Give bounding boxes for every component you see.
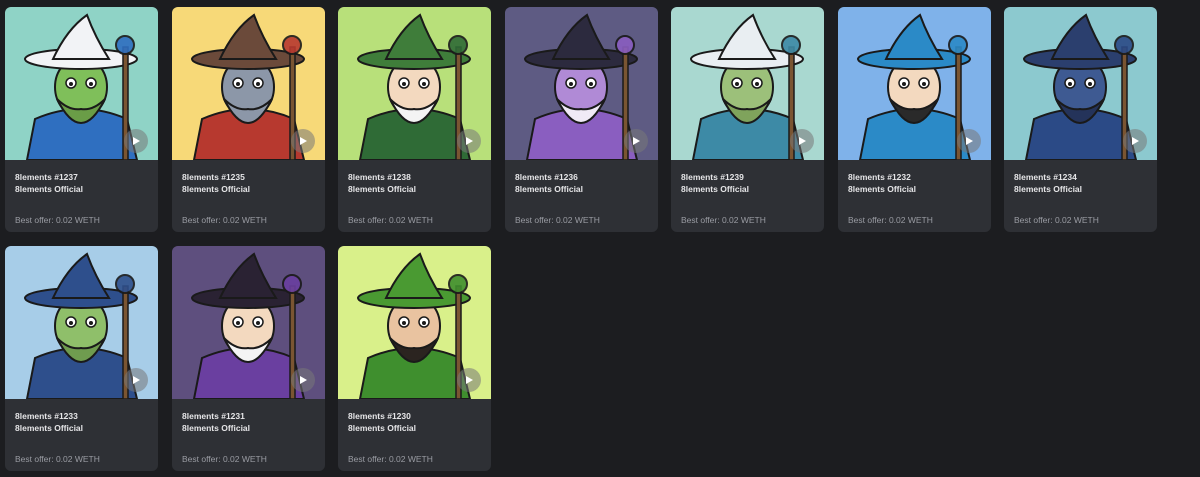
play-icon xyxy=(300,376,307,384)
nft-image[interactable] xyxy=(505,7,658,160)
nft-image[interactable] xyxy=(338,246,491,399)
best-offer: Best offer: 0.02 WETH xyxy=(15,454,100,464)
play-icon xyxy=(466,376,473,384)
play-button[interactable] xyxy=(790,129,814,153)
best-offer: Best offer: 0.02 WETH xyxy=(515,215,600,225)
play-icon xyxy=(799,137,806,145)
nft-image[interactable] xyxy=(5,246,158,399)
collection-name[interactable]: 8lements Official xyxy=(15,422,148,434)
nft-name[interactable]: 8lements #1235 xyxy=(182,171,315,183)
play-button[interactable] xyxy=(457,129,481,153)
play-icon xyxy=(1132,137,1139,145)
nft-card[interactable]: 8lements #1237 8lements Official Best offe… xyxy=(5,7,158,232)
play-icon xyxy=(133,376,140,384)
nft-image[interactable] xyxy=(5,7,158,160)
best-offer: Best offer: 0.02 WETH xyxy=(348,454,433,464)
play-button[interactable] xyxy=(457,368,481,392)
play-icon xyxy=(466,137,473,145)
play-button[interactable] xyxy=(624,129,648,153)
card-info: 8lements #1237 8lements Official Best offe… xyxy=(5,160,158,225)
best-offer: Best offer: 0.02 WETH xyxy=(681,215,766,225)
nft-name[interactable]: 8lements #1231 xyxy=(182,410,315,422)
nft-name[interactable]: 8lements #1236 xyxy=(515,171,648,183)
collection-name[interactable]: 8lements Official xyxy=(182,422,315,434)
play-button[interactable] xyxy=(957,129,981,153)
nft-card[interactable]: 8lements #1234 8lements Official Best offe… xyxy=(1004,7,1157,232)
nft-card[interactable]: 8lements #1230 8lements Official Best offe… xyxy=(338,246,491,471)
collection-name[interactable]: 8lements Official xyxy=(182,183,315,195)
nft-name[interactable]: 8lements #1237 xyxy=(15,171,148,183)
nft-image[interactable] xyxy=(838,7,991,160)
nft-name[interactable]: 8lements #1230 xyxy=(348,410,481,422)
nft-card[interactable]: 8lements #1233 8lements Official Best offe… xyxy=(5,246,158,471)
collection-name[interactable]: 8lements Official xyxy=(515,183,648,195)
nft-grid: 8lements #1237 8lements Official Best offe… xyxy=(0,0,1200,477)
best-offer: Best offer: 0.02 WETH xyxy=(848,215,933,225)
best-offer: Best offer: 0.02 WETH xyxy=(1014,215,1099,225)
play-button[interactable] xyxy=(1123,129,1147,153)
play-icon xyxy=(966,137,973,145)
collection-name[interactable]: 8lements Official xyxy=(1014,183,1147,195)
play-button[interactable] xyxy=(291,129,315,153)
play-icon xyxy=(300,137,307,145)
collection-name[interactable]: 8lements Official xyxy=(348,183,481,195)
nft-card[interactable]: 8lements #1232 8lements Official Best offe… xyxy=(838,7,991,232)
card-info: 8lements #1230 8lements Official Best offe… xyxy=(338,399,491,464)
nft-image[interactable] xyxy=(172,7,325,160)
nft-name[interactable]: 8lements #1232 xyxy=(848,171,981,183)
nft-card[interactable]: 8lements #1231 8lements Official Best offe… xyxy=(172,246,325,471)
card-info: 8lements #1233 8lements Official Best offe… xyxy=(5,399,158,464)
nft-name[interactable]: 8lements #1238 xyxy=(348,171,481,183)
nft-image[interactable] xyxy=(338,7,491,160)
best-offer: Best offer: 0.02 WETH xyxy=(348,215,433,225)
play-button[interactable] xyxy=(124,368,148,392)
nft-card[interactable]: 8lements #1238 8lements Official Best offe… xyxy=(338,7,491,232)
nft-name[interactable]: 8lements #1234 xyxy=(1014,171,1147,183)
card-info: 8lements #1232 8lements Official Best offe… xyxy=(838,160,991,225)
card-info: 8lements #1234 8lements Official Best offe… xyxy=(1004,160,1157,225)
nft-image[interactable] xyxy=(671,7,824,160)
card-info: 8lements #1231 8lements Official Best offe… xyxy=(172,399,325,464)
play-button[interactable] xyxy=(291,368,315,392)
collection-name[interactable]: 8lements Official xyxy=(348,422,481,434)
best-offer: Best offer: 0.02 WETH xyxy=(15,215,100,225)
collection-name[interactable]: 8lements Official xyxy=(681,183,814,195)
play-button[interactable] xyxy=(124,129,148,153)
best-offer: Best offer: 0.02 WETH xyxy=(182,215,267,225)
nft-name[interactable]: 8lements #1239 xyxy=(681,171,814,183)
card-info: 8lements #1235 8lements Official Best offe… xyxy=(172,160,325,225)
play-icon xyxy=(133,137,140,145)
nft-card[interactable]: 8lements #1235 8lements Official Best offe… xyxy=(172,7,325,232)
collection-name[interactable]: 8lements Official xyxy=(15,183,148,195)
card-info: 8lements #1236 8lements Official Best offe… xyxy=(505,160,658,225)
card-info: 8lements #1238 8lements Official Best offe… xyxy=(338,160,491,225)
best-offer: Best offer: 0.02 WETH xyxy=(182,454,267,464)
nft-card[interactable]: 8lements #1236 8lements Official Best offe… xyxy=(505,7,658,232)
nft-name[interactable]: 8lements #1233 xyxy=(15,410,148,422)
nft-image[interactable] xyxy=(172,246,325,399)
play-icon xyxy=(633,137,640,145)
nft-image[interactable] xyxy=(1004,7,1157,160)
card-info: 8lements #1239 8lements Official Best offe… xyxy=(671,160,824,225)
collection-name[interactable]: 8lements Official xyxy=(848,183,981,195)
nft-card[interactable]: 8lements #1239 8lements Official Best offe… xyxy=(671,7,824,232)
